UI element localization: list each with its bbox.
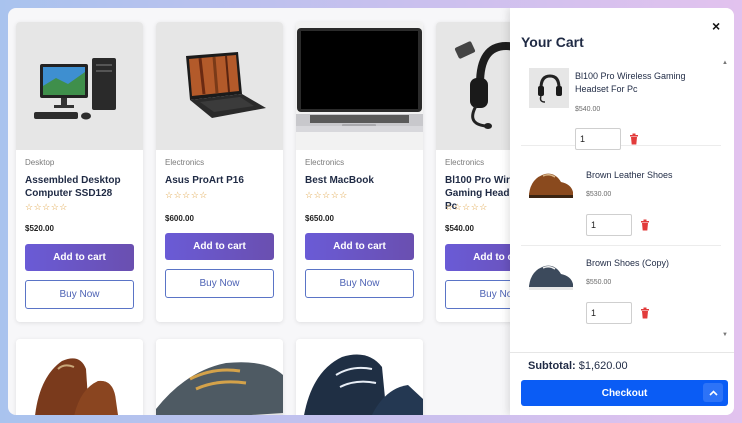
add-to-cart-button[interactable]: Add to cart: [165, 233, 274, 260]
product-card: Electronics Best MacBook ☆☆☆☆☆ $650.00 A…: [296, 22, 423, 322]
cart-items-list[interactable]: Bl100 Pro Wireless Gaming Headset For Pc…: [521, 58, 721, 346]
cart-item: Brown Shoes (Copy) $550.00: [521, 246, 721, 334]
product-card[interactable]: [296, 339, 423, 415]
star-rating-icon: ☆☆☆☆☆: [25, 202, 68, 212]
product-image[interactable]: [156, 22, 283, 150]
cart-item-name[interactable]: Brown Leather Shoes: [586, 169, 706, 182]
subtotal-value: $1,620.00: [578, 360, 628, 372]
product-price: $650.00: [305, 214, 334, 223]
add-to-cart-button[interactable]: Add to cart: [305, 233, 414, 260]
cart-item-price: $550.00: [586, 279, 612, 286]
quantity-input[interactable]: [586, 214, 632, 236]
cart-item-name[interactable]: Brown Shoes (Copy): [586, 257, 706, 270]
chevron-up-icon: [708, 389, 718, 396]
cart-item: Brown Leather Shoes $530.00: [521, 158, 721, 246]
cart-drawer: Your Cart × ▲ ▼ Bl100 Pro Wireless Gamin…: [510, 8, 734, 415]
trash-icon[interactable]: [628, 133, 640, 145]
divider: [510, 352, 734, 353]
buy-now-button[interactable]: Buy Now: [25, 280, 134, 309]
cart-item-thumbnail: [527, 168, 575, 200]
product-category: Electronics: [165, 158, 205, 167]
product-category: Electronics: [445, 158, 485, 167]
scroll-up-icon[interactable]: ▲: [722, 60, 728, 66]
quantity-input[interactable]: [575, 128, 621, 150]
buy-now-button[interactable]: Buy Now: [165, 269, 274, 298]
product-category: Desktop: [25, 158, 55, 167]
product-name[interactable]: Best MacBook: [305, 174, 417, 187]
subtotal-label: Subtotal:: [528, 360, 576, 372]
buy-now-button[interactable]: Buy Now: [305, 269, 414, 298]
scroll-to-top-button[interactable]: [703, 383, 723, 402]
cart-item-thumbnail: [527, 258, 575, 292]
scroll-down-icon[interactable]: ▼: [722, 332, 728, 338]
cart-item-thumbnail: [529, 68, 569, 108]
product-image[interactable]: [16, 22, 143, 150]
checkout-button[interactable]: Checkout: [521, 380, 728, 406]
cart-item-price: $530.00: [586, 191, 612, 198]
cart-item-price: $540.00: [575, 106, 601, 113]
product-card[interactable]: [156, 339, 283, 415]
product-name[interactable]: Assembled Desktop Computer SSD128: [25, 174, 137, 200]
product-card: Electronics Asus ProArt P16 ☆☆☆☆☆ $600.0…: [156, 22, 283, 322]
store-page: Desktop Assembled Desktop Computer SSD12…: [8, 8, 734, 415]
product-category: Electronics: [305, 158, 345, 167]
cart-item: Bl100 Pro Wireless Gaming Headset For Pc…: [521, 58, 721, 150]
trash-icon[interactable]: [639, 307, 651, 319]
add-to-cart-button[interactable]: Add to cart: [25, 244, 134, 271]
product-image[interactable]: [296, 22, 423, 150]
cart-item-name[interactable]: Bl100 Pro Wireless Gaming Headset For Pc: [575, 70, 705, 96]
star-rating-icon: ☆☆☆☆☆: [305, 190, 348, 200]
star-rating-icon: ☆☆☆☆☆: [445, 202, 488, 212]
trash-icon[interactable]: [639, 219, 651, 231]
product-card: Desktop Assembled Desktop Computer SSD12…: [16, 22, 143, 322]
product-price: $540.00: [445, 224, 474, 233]
product-price: $600.00: [165, 214, 194, 223]
cart-title: Your Cart: [521, 34, 584, 50]
product-price: $520.00: [25, 224, 54, 233]
close-icon[interactable]: ×: [712, 18, 720, 34]
product-name[interactable]: Asus ProArt P16: [165, 174, 277, 187]
quantity-input[interactable]: [586, 302, 632, 324]
star-rating-icon: ☆☆☆☆☆: [165, 190, 208, 200]
product-card[interactable]: [16, 339, 143, 415]
cart-subtotal: Subtotal: $1,620.00: [528, 360, 628, 372]
